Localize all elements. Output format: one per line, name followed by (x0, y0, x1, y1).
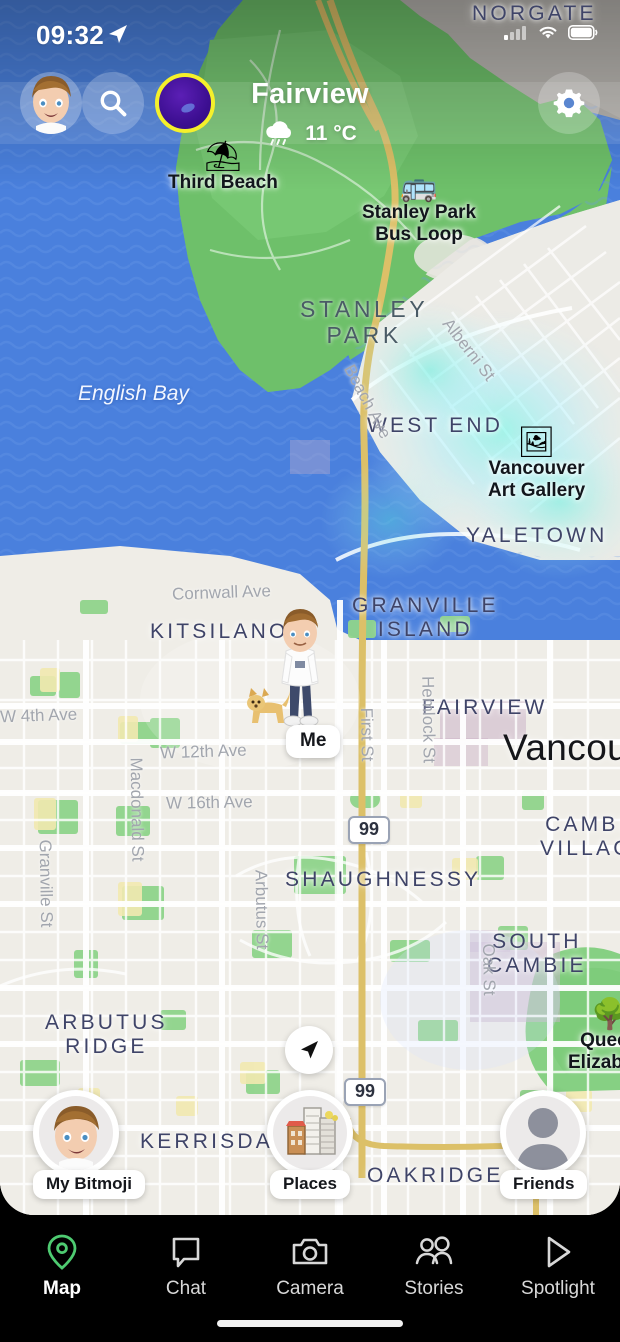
top-bar (0, 72, 620, 168)
me-label-pill: Me (286, 725, 341, 758)
play-icon (496, 1233, 620, 1271)
wifi-icon (539, 26, 557, 39)
bitmoji-face-icon (54, 1106, 99, 1170)
nav-label-stories: Stories (404, 1278, 464, 1299)
places-label: Places (270, 1170, 350, 1199)
nav-item-chat[interactable]: Chat (124, 1233, 248, 1300)
nav-item-stories[interactable]: Stories (372, 1233, 496, 1300)
status-bar: 09:32 (0, 0, 620, 58)
chat-bubble-icon (124, 1233, 248, 1271)
nav-label-chat: Chat (165, 1278, 207, 1299)
me-marker[interactable]: Me (247, 607, 341, 758)
map-canvas[interactable]: NORGATE WEST END YALETOWN GRANVILLE ISLAND KI… (0, 0, 620, 1215)
search-button[interactable] (82, 72, 144, 134)
friends-button[interactable]: Friends (500, 1090, 588, 1199)
nav-label-spotlight: Spotlight (521, 1278, 595, 1299)
recenter-button[interactable] (285, 1026, 333, 1074)
nav-label-map: Map (43, 1278, 81, 1299)
story-thumbnail (180, 101, 196, 115)
navigation-arrow-icon (301, 1041, 318, 1059)
nav-item-camera[interactable]: Camera (248, 1233, 372, 1300)
gear-icon (553, 89, 585, 118)
highway-shield-99-0: 99 (348, 816, 391, 844)
my-bitmoji-label: My Bitmoji (33, 1170, 145, 1199)
location-arrow-icon (109, 25, 127, 43)
search-icon (100, 90, 127, 117)
phone-screen: NORGATE WEST END YALETOWN GRANVILLE ISLAND KI… (0, 0, 620, 1342)
my-bitmoji-button[interactable]: My Bitmoji (33, 1090, 145, 1199)
places-icon-circle (267, 1090, 353, 1176)
story-button[interactable] (155, 73, 215, 133)
battery-icon (568, 24, 598, 40)
cellular-signal-icon (504, 26, 526, 40)
settings-button[interactable] (538, 72, 600, 134)
map-pin-icon (0, 1233, 124, 1271)
my-bitmoji-avatar (33, 1090, 119, 1176)
home-indicator (217, 1320, 403, 1327)
friends-icon-circle (500, 1090, 586, 1176)
friends-label: Friends (500, 1170, 588, 1199)
status-indicators (504, 24, 598, 40)
bottom-nav: Map Chat Camera Stories Spotlight (0, 1215, 620, 1342)
people-icon (372, 1233, 496, 1271)
nav-label-camera: Camera (276, 1278, 344, 1299)
nav-item-spotlight[interactable]: Spotlight (496, 1233, 620, 1300)
status-clock: 09:32 (36, 20, 104, 50)
buildings-icon (286, 1107, 338, 1155)
camera-icon (248, 1233, 372, 1271)
profile-avatar-button[interactable] (20, 72, 82, 134)
bitmoji-avatar-icon (32, 76, 71, 134)
nav-item-map[interactable]: Map (0, 1233, 124, 1300)
places-button[interactable]: Places (267, 1090, 353, 1199)
person-silhouette-icon (516, 1108, 570, 1170)
